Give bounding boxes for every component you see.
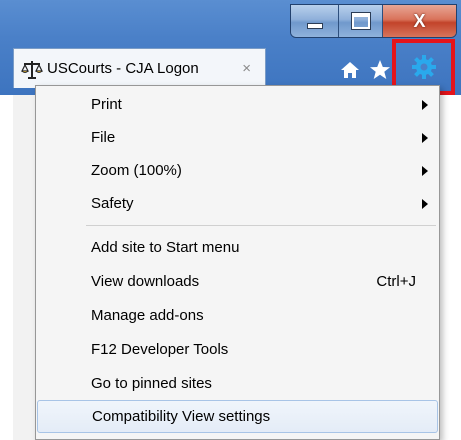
menu-item-zoom[interactable]: Zoom (100%) (37, 154, 438, 187)
menu-item-label: Go to pinned sites (91, 375, 212, 392)
menu-item-label: Safety (91, 195, 134, 212)
browser-tab[interactable]: USCourts - CJA Logon × (13, 48, 266, 88)
tools-menu: Print File Zoom (100%) Safety Add site t… (35, 85, 440, 440)
tab-title: USCourts - CJA Logon (47, 60, 199, 77)
star-icon[interactable] (368, 59, 392, 81)
menu-item-safety[interactable]: Safety (37, 187, 438, 220)
menu-item-label: Compatibility View settings (92, 408, 271, 425)
menu-item-view-downloads[interactable]: View downloads Ctrl+J (37, 265, 438, 298)
menu-item-label: Zoom (100%) (91, 162, 182, 179)
menu-item-label: Print (91, 96, 122, 113)
menu-item-label: File (91, 129, 116, 146)
menu-item-add-site-to-start-menu[interactable]: Add site to Start menu (37, 231, 438, 264)
menu-item-manage-add-ons[interactable]: Manage add-ons (37, 299, 438, 332)
menu-item-label: Add site to Start menu (91, 239, 240, 256)
scales-of-justice-icon (20, 58, 44, 80)
menu-item-label: F12 Developer Tools (91, 341, 229, 358)
menu-item-go-to-pinned-sites[interactable]: Go to pinned sites (37, 367, 438, 400)
page-left-edge (13, 95, 36, 440)
minimize-button[interactable] (291, 5, 339, 37)
menu-item-print[interactable]: Print (37, 88, 438, 121)
menu-item-label: View downloads (91, 273, 200, 290)
caption-buttons: X (290, 4, 457, 38)
submenu-arrow-icon (422, 99, 428, 110)
menu-item-file[interactable]: File (37, 121, 438, 154)
menu-item-label: Manage add-ons (91, 307, 204, 324)
minimize-icon (306, 23, 323, 29)
window-titlebar: X USCourts - CJA Logon × (0, 0, 461, 95)
maximize-icon (351, 13, 370, 29)
tab-close-button[interactable]: × (242, 60, 251, 77)
toolbar (338, 52, 392, 88)
maximize-button[interactable] (339, 5, 383, 37)
menu-item-compatibility-view-settings[interactable]: Compatibility View settings (37, 400, 438, 433)
submenu-arrow-icon (422, 165, 428, 176)
home-icon[interactable] (338, 60, 362, 80)
close-window-button[interactable]: X (383, 5, 456, 37)
menu-separator (86, 225, 436, 226)
submenu-arrow-icon (422, 132, 428, 143)
submenu-arrow-icon (422, 198, 428, 209)
gear-icon (411, 54, 437, 80)
close-icon: X (413, 10, 426, 31)
shortcut-label: Ctrl+J (376, 273, 416, 290)
menu-item-f12-developer-tools[interactable]: F12 Developer Tools (37, 333, 438, 366)
